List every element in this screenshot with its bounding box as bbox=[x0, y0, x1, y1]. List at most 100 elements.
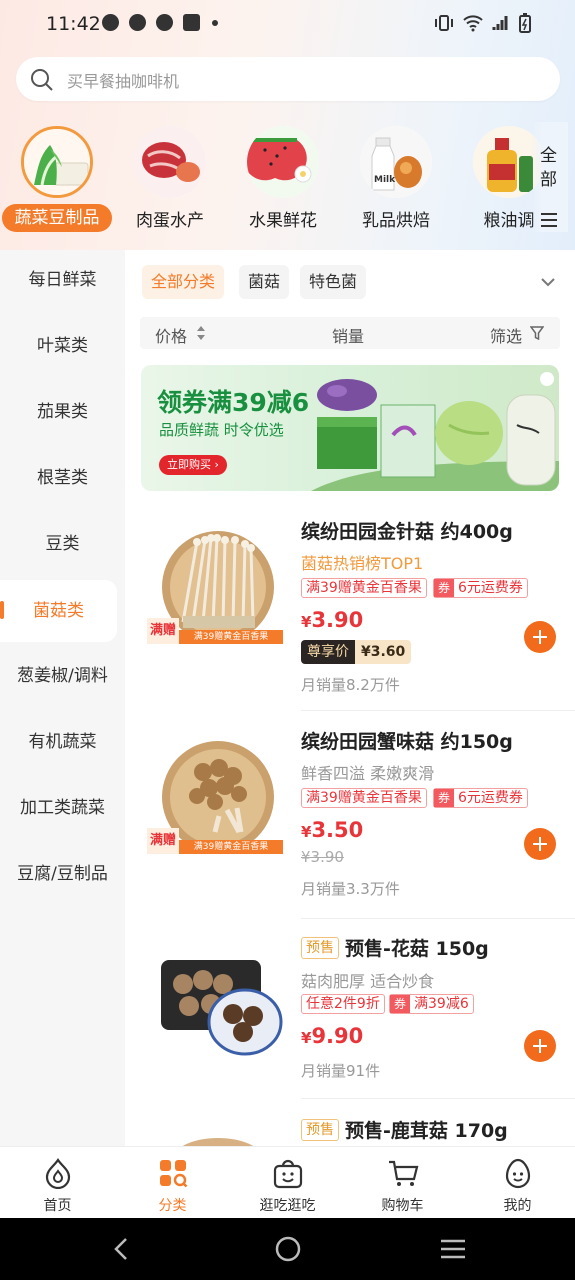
bag-face-icon bbox=[273, 1159, 303, 1189]
left-nav-item[interactable]: 根茎类 bbox=[0, 448, 125, 508]
coupon-text: 满39减6 bbox=[414, 996, 469, 1012]
product-card[interactable]: 满赠 满39赠黄金百香果 缤纷田园蟹味菇 约150g 鲜香四溢 柔嫩爽滑 满39… bbox=[125, 722, 575, 922]
member-price-label: 尊享价 bbox=[301, 640, 355, 664]
product-card[interactable]: 预售 预售-花菇 150g 菇肉肥厚 适合炒食 任意2件9折 券满39减6 ¥9.… bbox=[125, 932, 575, 1112]
cart-icon bbox=[389, 1160, 419, 1186]
sort-filter[interactable]: 筛选 bbox=[490, 323, 522, 347]
home-icon bbox=[45, 1158, 71, 1189]
top-category-label: 肉蛋水产 bbox=[136, 211, 204, 231]
filter-chip-all[interactable]: 全部分类 bbox=[142, 265, 225, 299]
bottom-nav-mine[interactable]: 我的 bbox=[460, 1147, 575, 1219]
coupon-text: 6元运费券 bbox=[458, 790, 523, 806]
left-nav-item[interactable]: 每日鲜菜 bbox=[0, 250, 125, 310]
home-circle-icon[interactable] bbox=[274, 1235, 302, 1263]
bottom-nav-label: 首页 bbox=[43, 1198, 72, 1214]
left-nav-item-active[interactable]: 菌菇类 bbox=[0, 580, 117, 642]
more-dot-icon bbox=[212, 19, 218, 26]
system-nav-bar bbox=[0, 1218, 575, 1280]
top-category-row: 蔬菜豆制品 肉蛋水产 水果鲜花 Milk 乳品烘焙 粮油调 全部 bbox=[0, 120, 575, 240]
coupon-tag: 券 6元运费券 bbox=[433, 788, 528, 808]
product-subtitle: 菌菇热销榜TOP1 bbox=[301, 554, 424, 573]
meat-image bbox=[134, 126, 206, 198]
all-categories-label: 全部 bbox=[540, 146, 557, 190]
product-price: ¥9.90 bbox=[301, 1024, 363, 1048]
gift-badge-right: 满39赠黄金百香果 bbox=[179, 630, 283, 644]
add-to-cart-button[interactable] bbox=[524, 1030, 556, 1062]
gift-badge: 满赠 满39赠黄金百香果 bbox=[147, 828, 283, 854]
product-card[interactable]: 预售 预售-鹿茸菇 170g bbox=[125, 1112, 575, 1146]
product-card[interactable]: 满赠 满39赠黄金百香果 缤纷田园金针菇 约400g 菌菇热销榜TOP1 满39… bbox=[125, 512, 575, 712]
coupon-tag: 券满39减6 bbox=[389, 994, 474, 1014]
gift-badge-left: 满赠 bbox=[147, 828, 179, 854]
product-name-text: 预售-花菇 150g bbox=[345, 938, 489, 960]
price-symbol: ¥ bbox=[301, 1029, 312, 1047]
banner-subtitle: 品质鲜蔬 时令优选 bbox=[159, 421, 284, 439]
product-name: 缤纷田园蟹味菇 约150g bbox=[301, 731, 513, 753]
product-image-shiitake bbox=[161, 960, 283, 1056]
bottom-nav-explore[interactable]: 逛吃逛吃 bbox=[230, 1147, 345, 1219]
mail-icon bbox=[183, 14, 200, 31]
product-subtitle: 鲜香四溢 柔嫩爽滑 bbox=[301, 764, 435, 783]
divider bbox=[301, 710, 575, 711]
presale-badge: 预售 bbox=[301, 937, 339, 959]
sort-arrows-icon bbox=[197, 326, 205, 340]
price-symbol: ¥ bbox=[301, 613, 312, 631]
left-nav-item[interactable]: 豆腐/豆制品 bbox=[0, 844, 125, 904]
promo-tag: 满39赠黄金百香果 bbox=[301, 578, 427, 598]
left-nav-item[interactable]: 茄果类 bbox=[0, 382, 125, 442]
bottom-nav-cart[interactable]: 购物车 bbox=[345, 1147, 460, 1219]
filter-chip-mushroom[interactable]: 菌菇 bbox=[239, 265, 290, 299]
monthly-sales: 月销量3.3万件 bbox=[301, 880, 400, 898]
coupon-icon: 券 bbox=[434, 789, 454, 807]
price-symbol: ¥ bbox=[301, 823, 312, 841]
back-icon[interactable] bbox=[110, 1236, 134, 1262]
recents-menu-icon[interactable] bbox=[440, 1237, 466, 1261]
coupon-tag: 券 6元运费券 bbox=[433, 578, 528, 598]
search-bar[interactable]: 买早餐抽咖啡机 bbox=[16, 57, 560, 101]
fruits-image bbox=[247, 126, 319, 198]
add-to-cart-button[interactable] bbox=[524, 621, 556, 653]
bottom-nav: 首页 分类 逛吃逛吃 购物车 我的 bbox=[0, 1146, 575, 1218]
left-nav-item[interactable]: 豆类 bbox=[0, 514, 125, 574]
left-nav-item[interactable]: 葱姜椒/调料 bbox=[0, 646, 125, 706]
sort-price[interactable]: 价格 bbox=[155, 323, 187, 347]
chevron-down-icon[interactable] bbox=[540, 276, 556, 288]
product-list-panel: 全部分类 菌菇 特色菌 价格 销量 筛选 领券满39减6 品质鲜蔬 时令优选 立… bbox=[125, 250, 575, 1146]
banner-title: 领券满39减6 bbox=[157, 388, 310, 417]
monthly-sales: 月销量8.2万件 bbox=[301, 676, 400, 694]
product-name: 预售 预售-花菇 150g bbox=[301, 934, 489, 961]
member-price: 尊享价 ¥3.60 bbox=[301, 640, 412, 664]
signal-icon bbox=[492, 16, 508, 30]
sort-sales[interactable]: 销量 bbox=[332, 323, 364, 347]
bottom-nav-category[interactable]: 分类 bbox=[115, 1147, 230, 1219]
promo-banner[interactable]: 领券满39减6 品质鲜蔬 时令优选 立即购买 › bbox=[141, 365, 559, 491]
bottom-nav-label: 逛吃逛吃 bbox=[259, 1198, 316, 1214]
gift-badge-right: 满39赠黄金百香果 bbox=[179, 840, 283, 854]
filter-chip-special[interactable]: 特色菌 bbox=[300, 265, 367, 299]
left-category-nav: 每日鲜菜 叶菜类 茄果类 根茎类 豆类 菌菇类 葱姜椒/调料 有机蔬菜 加工类蔬… bbox=[0, 250, 125, 1146]
price-value: 9.90 bbox=[311, 1024, 364, 1048]
top-category-label: 蔬菜豆制品 bbox=[2, 204, 112, 232]
coupon-icon: 券 bbox=[434, 579, 454, 597]
coupon-text: 6元运费券 bbox=[458, 580, 523, 596]
left-nav-item[interactable]: 有机蔬菜 bbox=[0, 712, 125, 772]
all-categories-button[interactable]: 全部 bbox=[532, 122, 568, 232]
left-nav-item[interactable]: 加工类蔬菜 bbox=[0, 778, 125, 838]
banner-buy-button[interactable]: 立即购买 › bbox=[159, 455, 227, 475]
speed-icon bbox=[156, 14, 173, 31]
left-nav-item[interactable]: 叶菜类 bbox=[0, 316, 125, 376]
original-price: ¥3.90 bbox=[301, 848, 344, 866]
promo-tag: 任意2件9折 bbox=[301, 994, 385, 1014]
sort-bar: 价格 销量 筛选 bbox=[140, 317, 560, 349]
price-value: 3.90 bbox=[311, 608, 364, 632]
top-category-label: 乳品烘焙 bbox=[362, 211, 430, 231]
bottom-nav-home[interactable]: 首页 bbox=[0, 1147, 115, 1219]
status-bar: 11:42 bbox=[0, 0, 575, 48]
dairy-image: Milk bbox=[360, 126, 432, 198]
search-icon bbox=[31, 69, 53, 91]
bottom-nav-label: 我的 bbox=[503, 1198, 532, 1214]
add-to-cart-button[interactable] bbox=[524, 828, 556, 860]
battery-icon bbox=[519, 13, 531, 33]
promo-tag: 满39赠黄金百香果 bbox=[301, 788, 427, 808]
product-price: ¥3.50 bbox=[301, 818, 363, 842]
